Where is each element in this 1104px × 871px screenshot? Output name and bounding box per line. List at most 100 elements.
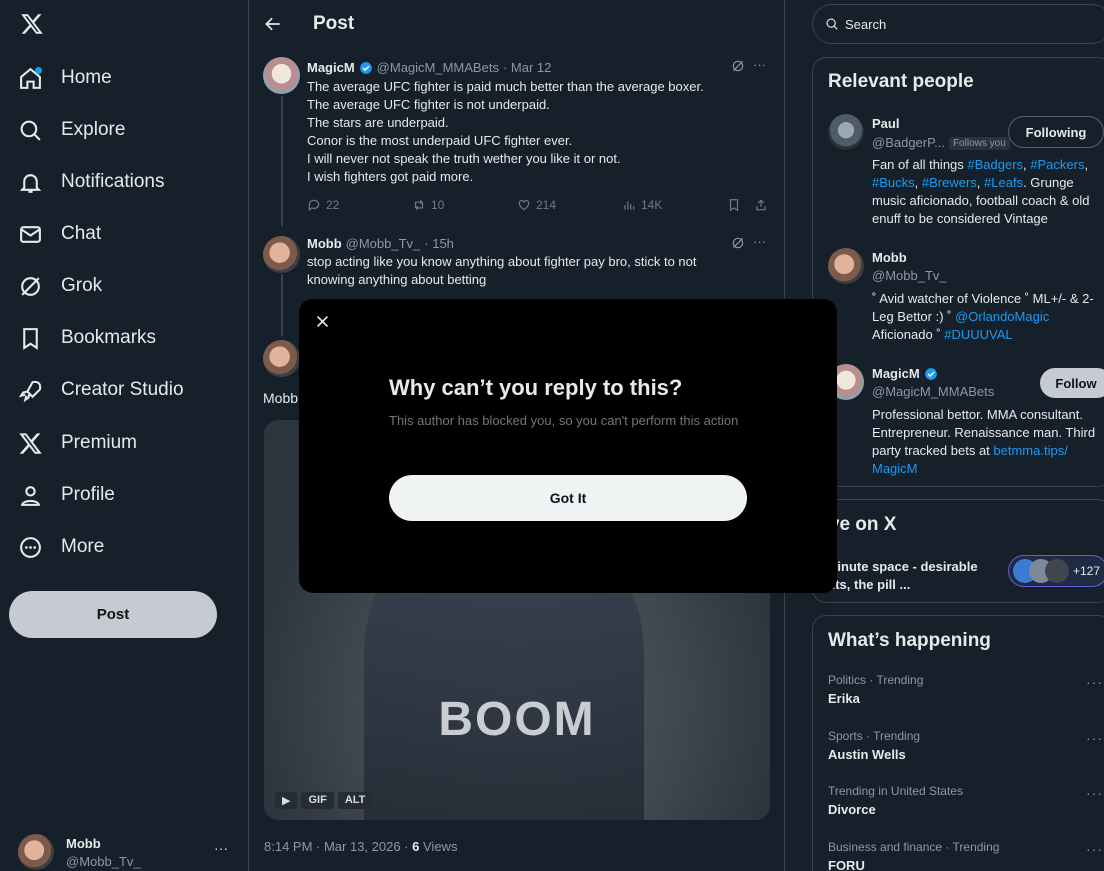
more-dots-icon[interactable]: ···: [753, 234, 766, 249]
person-handle[interactable]: @BadgerP...: [872, 135, 945, 150]
live-space-title[interactable]: 5 minute space - desirable traits, the p…: [815, 558, 985, 594]
sidebar-item-grok[interactable]: Grok: [18, 266, 102, 306]
more-dots-icon[interactable]: ···: [1086, 785, 1103, 801]
trend-item[interactable]: Business and finance · Trending FORU: [828, 840, 999, 871]
avatar[interactable]: [263, 340, 300, 377]
sidebar-item-explore[interactable]: Explore: [18, 110, 125, 150]
sidebar-nav: Home Explore Notifications Chat Grok Boo…: [0, 0, 249, 871]
sidebar-item-label: Bookmarks: [61, 327, 157, 348]
trend-category: Politics · Trending: [828, 673, 924, 687]
search-input[interactable]: Search: [812, 4, 1104, 44]
bookmark-button[interactable]: [727, 198, 754, 212]
grok-icon[interactable]: [731, 236, 745, 250]
tweet-author-name[interactable]: MagicM: [307, 60, 355, 75]
hashtag-link[interactable]: #DUUUVAL: [944, 327, 1012, 342]
account-switcher[interactable]: Mobb @Mobb_Tv_ ···: [18, 832, 238, 870]
sidebar-item-bookmarks[interactable]: Bookmarks: [18, 318, 156, 358]
x-logo-icon[interactable]: [20, 12, 44, 36]
sidebar-item-more[interactable]: More: [18, 527, 104, 567]
grok-icon[interactable]: [731, 59, 745, 73]
more-dots-icon[interactable]: ···: [1086, 841, 1103, 857]
avatar[interactable]: [828, 248, 864, 284]
avatar[interactable]: [263, 236, 300, 273]
thread-line: [281, 274, 283, 336]
more-dots-icon[interactable]: ···: [1086, 730, 1103, 746]
share-button[interactable]: [754, 198, 768, 212]
tweet[interactable]: Mobb @Mobb_Tv_ · 15h stop acting like yo…: [307, 236, 772, 289]
got-it-button[interactable]: Got It: [389, 475, 747, 521]
play-icon[interactable]: ▶: [275, 792, 298, 809]
like-button[interactable]: 214: [517, 198, 622, 212]
views-count: 6: [412, 839, 420, 854]
trend-category: Trending in United States: [828, 784, 963, 798]
person-name[interactable]: MagicM: [872, 366, 920, 381]
tweet-author-handle[interactable]: @Mobb_Tv_: [346, 236, 421, 251]
post-timestamp[interactable]: 8:14 PM · Mar 13, 2026 ·: [264, 839, 409, 854]
tweet-author-handle[interactable]: @MagicM_MMABets: [377, 60, 499, 75]
reply-count: 22: [326, 198, 340, 212]
tweet-date[interactable]: · 15h: [424, 236, 454, 251]
trend-category: Sports · Trending: [828, 729, 921, 743]
live-listeners[interactable]: +127: [1008, 555, 1104, 587]
more-dots-icon[interactable]: ···: [753, 57, 766, 72]
tweet-line: The average UFC fighter is not underpaid…: [307, 97, 550, 112]
bio-text: Fan of all things: [872, 157, 968, 172]
person-handle[interactable]: @Mobb_Tv_: [872, 268, 947, 283]
tweet-author-name[interactable]: Mobb: [307, 236, 342, 251]
sidebar-item-chat[interactable]: Chat: [18, 214, 101, 254]
views-button[interactable]: 14K: [622, 198, 727, 212]
person-bio: Professional bettor. MMA consultant. Ent…: [872, 406, 1104, 478]
bio-text: Aficionado ˚: [872, 327, 945, 342]
views-count: 14K: [641, 198, 663, 212]
trend-item[interactable]: Sports · Trending Austin Wells: [828, 729, 920, 762]
hashtag-link[interactable]: #Brewers: [922, 175, 977, 190]
bookmark-icon: [23, 327, 38, 350]
rocket-icon: [18, 380, 42, 402]
envelope-icon: [20, 225, 41, 243]
avatar[interactable]: [828, 114, 864, 150]
tweet-date[interactable]: · Mar 12: [503, 60, 551, 75]
more-dots-icon[interactable]: ···: [1086, 674, 1103, 690]
sidebar-item-premium[interactable]: Premium: [18, 423, 137, 463]
hashtag-link[interactable]: #Badgers: [967, 157, 1023, 172]
more-circle-icon: [20, 536, 41, 558]
reply-button[interactable]: 22: [307, 198, 412, 212]
repost-button[interactable]: 10: [412, 198, 517, 212]
tweet-line: The stars are underpaid.: [307, 115, 449, 130]
trend-item[interactable]: Trending in United States Divorce: [828, 784, 963, 817]
panel-title: Relevant people: [828, 71, 974, 92]
sidebar-item-home[interactable]: Home: [18, 58, 112, 98]
person-name[interactable]: Mobb: [872, 250, 907, 265]
following-button[interactable]: Following: [1008, 116, 1104, 148]
sidebar-item-creator-studio[interactable]: Creator Studio: [18, 370, 184, 410]
follow-button[interactable]: Follow: [1040, 368, 1104, 398]
dialog-title: Why can’t you reply to this?: [389, 375, 683, 400]
tweet-line: Conor is the most underpaid UFC fighter …: [307, 133, 573, 148]
person-name[interactable]: Paul: [872, 116, 899, 131]
hashtag-link[interactable]: #Bucks: [872, 175, 915, 190]
trend-category: Business and finance · Trending: [828, 840, 1000, 854]
avatar[interactable]: [263, 57, 300, 94]
account-handle: @Mobb_Tv_: [66, 854, 141, 869]
live-on-x-panel: Live on X 5 minute space - desirable tra…: [812, 499, 1104, 603]
sidebar-item-notifications[interactable]: Notifications: [18, 162, 165, 202]
hashtag-link[interactable]: #Packers: [1030, 157, 1084, 172]
trend-name: Erika: [828, 691, 860, 706]
trend-name: Austin Wells: [828, 747, 906, 762]
sidebar-item-profile[interactable]: Profile: [18, 475, 115, 515]
avatar: [1045, 559, 1069, 583]
hashtag-link[interactable]: #Leafs: [984, 175, 1023, 190]
bookmark-icon: [729, 199, 739, 212]
mention-link[interactable]: @OrlandoMagic: [955, 309, 1049, 324]
verified-badge-icon: [359, 61, 372, 74]
tweet[interactable]: MagicM @MagicM_MMABets · Mar 12 The aver…: [307, 60, 772, 186]
person-handle[interactable]: @MagicM_MMABets: [872, 384, 994, 399]
close-icon[interactable]: [314, 313, 331, 330]
sidebar-item-label: Chat: [61, 223, 102, 244]
trend-item[interactable]: Politics · Trending Erika: [828, 673, 923, 706]
alt-badge[interactable]: ALT: [337, 792, 373, 809]
gif-badge[interactable]: GIF: [301, 792, 334, 809]
back-arrow-icon[interactable]: [263, 14, 283, 34]
search-icon: [826, 18, 838, 30]
post-button[interactable]: Post: [9, 591, 217, 638]
